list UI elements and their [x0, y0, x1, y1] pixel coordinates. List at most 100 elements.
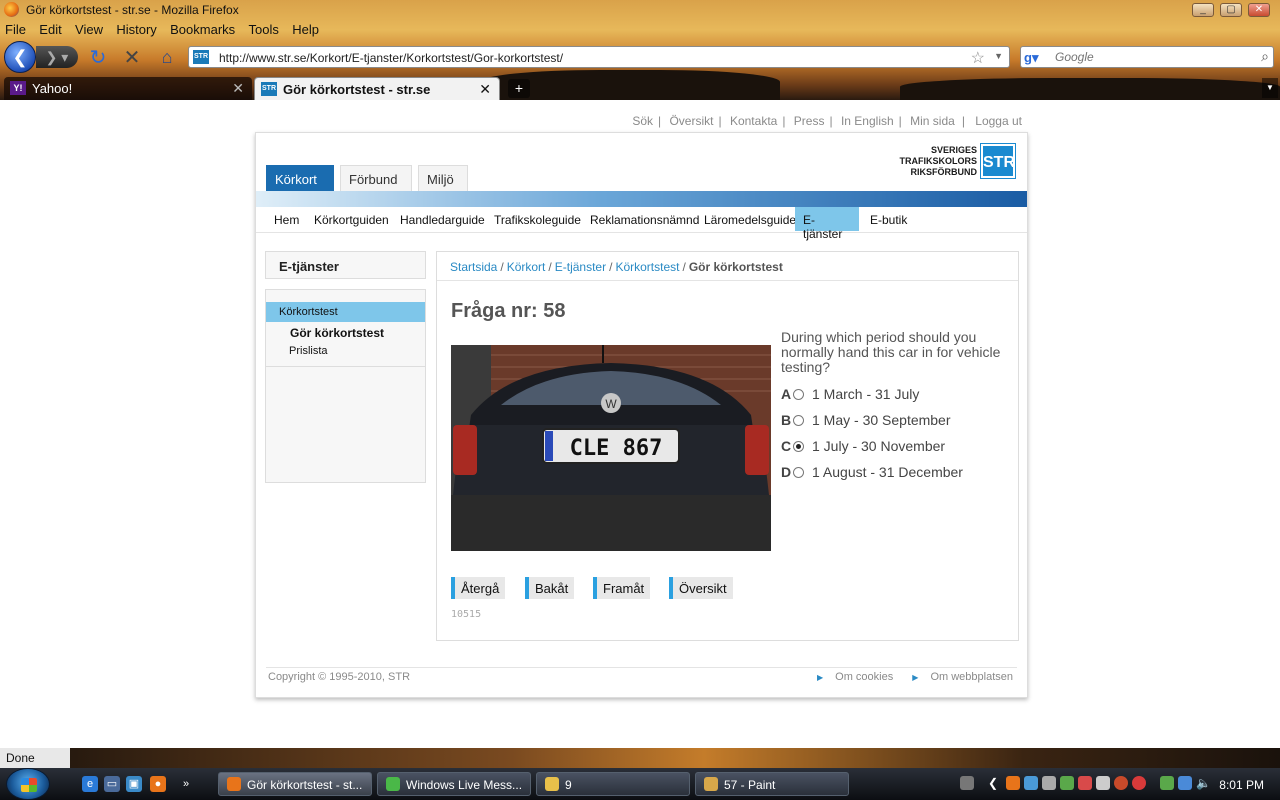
subnav-laromedelsguide[interactable]: Läromedelsguide [696, 207, 804, 231]
close-tab-icon[interactable]: ✕ [479, 81, 491, 98]
start-button[interactable] [6, 768, 50, 800]
search-magnifier-icon[interactable]: ⌕ [1261, 48, 1269, 65]
task-firefox[interactable]: Gör körkortstest - st... [218, 772, 372, 796]
search-bar[interactable]: g▾ ⌕ [1020, 46, 1274, 68]
menu-file[interactable]: File [0, 20, 31, 39]
maintab-forbund[interactable]: Förbund [340, 165, 412, 191]
back-button[interactable]: ❮ [4, 41, 36, 73]
task-windows-live-messenger[interactable]: Windows Live Mess... [377, 772, 531, 796]
tray-app-icon[interactable] [1078, 776, 1092, 790]
task-paint[interactable]: 57 - Paint [695, 772, 849, 796]
forward-button[interactable]: ❯ ▾ [36, 46, 78, 68]
tray-app-icon[interactable] [1042, 776, 1056, 790]
clock[interactable]: 8:01 PM [1219, 778, 1264, 792]
keyboard-icon[interactable] [960, 776, 974, 790]
answer-letter: C [781, 438, 792, 454]
stop-button[interactable]: ✕ [122, 47, 142, 69]
answer-radio[interactable] [793, 466, 804, 478]
breadcrumb-e-tjanster[interactable]: E-tjänster [555, 260, 606, 274]
browser-chrome: Gör körkortstest - str.se - Mozilla Fire… [0, 0, 1280, 100]
atergå-button[interactable]: Återgå [451, 577, 506, 599]
menu-history[interactable]: History [111, 20, 161, 39]
breadcrumb-korkort[interactable]: Körkort [507, 260, 546, 274]
menu-bookmarks[interactable]: Bookmarks [165, 20, 240, 39]
subnav-handledarguide[interactable]: Handledarguide [392, 207, 493, 231]
home-button[interactable]: ⌂ [156, 47, 178, 67]
sidebar-divider [266, 366, 425, 367]
subnav-korkortguiden[interactable]: Körkortguiden [306, 207, 397, 231]
topnav-oversikt[interactable]: Översikt [669, 114, 713, 128]
show-hidden-icons[interactable]: ❮ [988, 776, 1002, 790]
topnav-sok[interactable]: Sök [632, 114, 653, 128]
internet-explorer-icon[interactable]: e [82, 776, 98, 792]
subnav-reklamationsnamnd[interactable]: Reklamationsnämnd [582, 207, 707, 231]
topnav-in-english[interactable]: In English [841, 114, 894, 128]
close-window-button[interactable]: ✕ [1248, 3, 1270, 17]
firefox-quicklaunch-icon[interactable]: ● [150, 776, 166, 792]
menu-tools[interactable]: Tools [244, 20, 284, 39]
url-dropdown-icon[interactable]: ▼ [994, 51, 1003, 61]
site-identity-icon[interactable]: STR [193, 50, 209, 64]
url-text[interactable]: http://www.str.se/Korkort/E-tjanster/Kor… [219, 51, 563, 65]
menu-edit[interactable]: Edit [34, 20, 66, 39]
answer-d[interactable]: D 1 August - 31 December [781, 464, 963, 480]
topnav-min-sida[interactable]: Min sida [910, 114, 955, 128]
quicklaunch-overflow-icon[interactable]: » [178, 776, 194, 792]
answer-a[interactable]: A 1 March - 31 July [781, 386, 919, 402]
tray-app-icon[interactable] [1132, 776, 1146, 790]
subnav-e-butik[interactable]: E-butik [862, 207, 915, 231]
search-input[interactable] [1055, 49, 1245, 65]
subnav-trafikskoleguide[interactable]: Trafikskoleguide [486, 207, 589, 231]
answer-radio-selected[interactable] [793, 440, 804, 452]
firefox-icon [227, 777, 241, 791]
footer-link-om-webbplatsen[interactable]: ▶ Om webbplatsen [904, 671, 1013, 683]
topnav-press[interactable]: Press [794, 114, 825, 128]
maintab-korkort[interactable]: Körkort [266, 165, 334, 191]
menu-help[interactable]: Help [287, 20, 324, 39]
tray-app-icon[interactable] [1160, 776, 1174, 790]
footer-links: ▶ Om cookies ▶ Om webbplatsen [801, 671, 1013, 683]
reload-button[interactable]: ↻ [88, 47, 108, 69]
switch-windows-icon[interactable]: ▣ [126, 776, 142, 792]
minimize-button[interactable]: _ [1192, 3, 1214, 17]
answer-radio[interactable] [793, 414, 804, 426]
new-tab-button[interactable]: + [508, 79, 530, 98]
breadcrumb-korkortstest[interactable]: Körkortstest [615, 260, 679, 274]
framat-button[interactable]: Framåt [593, 577, 651, 599]
breadcrumb-startsida[interactable]: Startsida [450, 260, 497, 274]
tab-str[interactable]: STR Gör körkortstest - str.se ✕ [254, 77, 500, 100]
volume-icon[interactable]: 🔈 [1196, 776, 1211, 790]
bakat-button[interactable]: Bakåt [525, 577, 575, 599]
show-desktop-icon[interactable]: ▭ [104, 776, 120, 792]
url-bar[interactable]: STR http://www.str.se/Korkort/E-tjanster… [188, 46, 1010, 68]
tab-list-button[interactable]: ▼ [1262, 78, 1278, 98]
sidebar-item-prislista[interactable]: Prislista [289, 345, 328, 357]
footer-link-om-cookies[interactable]: ▶ Om cookies [809, 671, 893, 683]
oversikt-button[interactable]: Översikt [669, 577, 733, 599]
google-search-engine-icon[interactable]: g▾ [1024, 50, 1040, 66]
tray-app-icon[interactable] [1024, 776, 1038, 790]
close-tab-icon[interactable]: ✕ [232, 80, 244, 97]
sidebar-item-gor-korkortstest[interactable]: Gör körkortstest [290, 326, 384, 340]
sidebar-item-korkortstest[interactable]: Körkortstest [266, 302, 425, 322]
tab-yahoo[interactable]: Y! Yahoo! ✕ [4, 77, 252, 100]
maximize-button[interactable]: ▢ [1220, 3, 1242, 17]
menu-view[interactable]: View [70, 20, 108, 39]
answer-radio[interactable] [793, 388, 804, 400]
network-icon[interactable] [1178, 776, 1192, 790]
subnav-e-tjanster[interactable]: E-tjänster [795, 207, 859, 241]
bookmark-star-icon[interactable]: ☆ [971, 48, 985, 68]
topnav-kontakta[interactable]: Kontakta [730, 114, 777, 128]
subnav-hem[interactable]: Hem [266, 207, 307, 231]
sidebar-title: E-tjänster [265, 251, 426, 279]
tray-app-icon[interactable] [1060, 776, 1074, 790]
task-folder[interactable]: 9 [536, 772, 690, 796]
answer-c[interactable]: C 1 July - 30 November [781, 438, 945, 454]
maintab-miljo[interactable]: Miljö [418, 165, 468, 191]
tray-app-icon[interactable] [1114, 776, 1128, 790]
tray-app-icon[interactable] [1096, 776, 1110, 790]
str-logo[interactable]: SVERIGES TRAFIKSKOLORS RIKSFÖRBUND STR [900, 143, 1016, 179]
topnav-logga-ut[interactable]: Logga ut [975, 114, 1022, 128]
tray-app-icon[interactable] [1006, 776, 1020, 790]
answer-b[interactable]: B 1 May - 30 September [781, 412, 951, 428]
